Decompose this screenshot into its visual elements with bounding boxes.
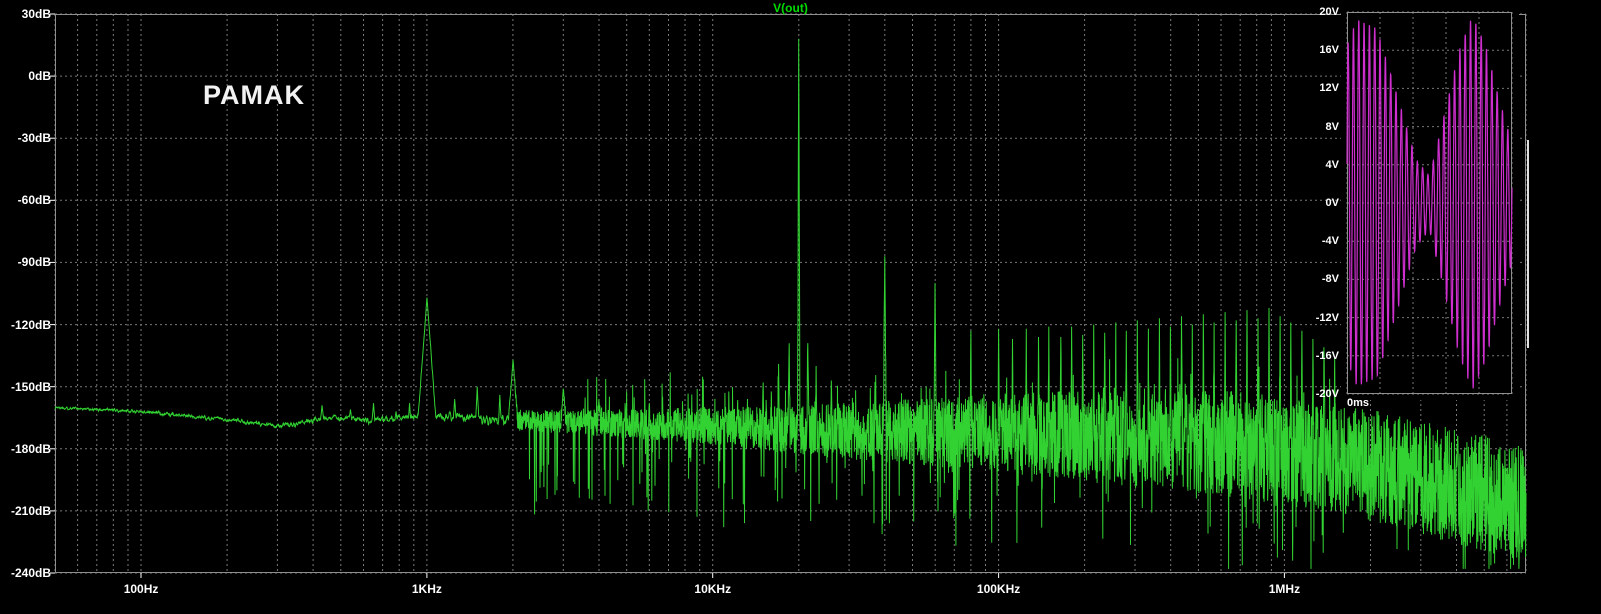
x-axis-tick-label: 10KHz (694, 582, 732, 596)
inset-y-axis-tick-label: -16V (1315, 349, 1339, 362)
inset-y-axis-tick-label: 12V (1319, 82, 1339, 95)
waveform-viewer-window: V(out) PAMAK 0ms 30dB 0dB -30dB -60dB -90dB -… (0, 0, 1601, 614)
inset-y-axis-tick-label: -12V (1315, 311, 1339, 324)
annotation-pamak: PAMAK (203, 80, 305, 110)
inset-y-axis-tick-label: -8V (1321, 273, 1339, 286)
inset-y-axis-tick-label: -20V (1315, 388, 1339, 400)
y-axis-tick-label: -30dB (17, 131, 51, 146)
y-axis-tick-label: -180dB (10, 441, 51, 456)
x-axis-tick-label: 1MHz (1268, 582, 1301, 596)
y-axis-tick-label: -240dB (10, 566, 51, 580)
fft-trace-vout (54, 38, 1527, 569)
inset-y-axis-tick-label: 8V (1325, 120, 1339, 133)
x-axis-tick-label: 1KHz (411, 582, 442, 596)
y-axis-tick-label: -60dB (17, 193, 51, 208)
inset-y-axis-tick-label: 16V (1319, 44, 1339, 57)
y-axis-tick-label: 0dB (28, 69, 51, 84)
x-axis-tick-label: 100Hz (123, 582, 159, 596)
time-domain-inset-plot[interactable] (1341, 8, 1519, 400)
y-axis-tick-label: -90dB (17, 255, 51, 270)
x-axis-tick-label: 100KHz (976, 582, 1021, 596)
inset-y-axis-tick-label: 20V (1319, 6, 1339, 18)
inset-y-axis-tick-label: 0V (1325, 197, 1339, 209)
inset-y-axis-tick-label: 4V (1325, 158, 1339, 171)
inset-y-axis-tick-label: -4V (1321, 235, 1339, 248)
y-axis-tick-label: -120dB (10, 317, 51, 332)
y-axis-tick-label: 30dB (21, 7, 51, 21)
inset-x-axis-label: 0ms (1347, 397, 1370, 409)
y-axis-tick-label: -210dB (10, 503, 51, 518)
y-axis-tick-label: -150dB (10, 379, 51, 394)
